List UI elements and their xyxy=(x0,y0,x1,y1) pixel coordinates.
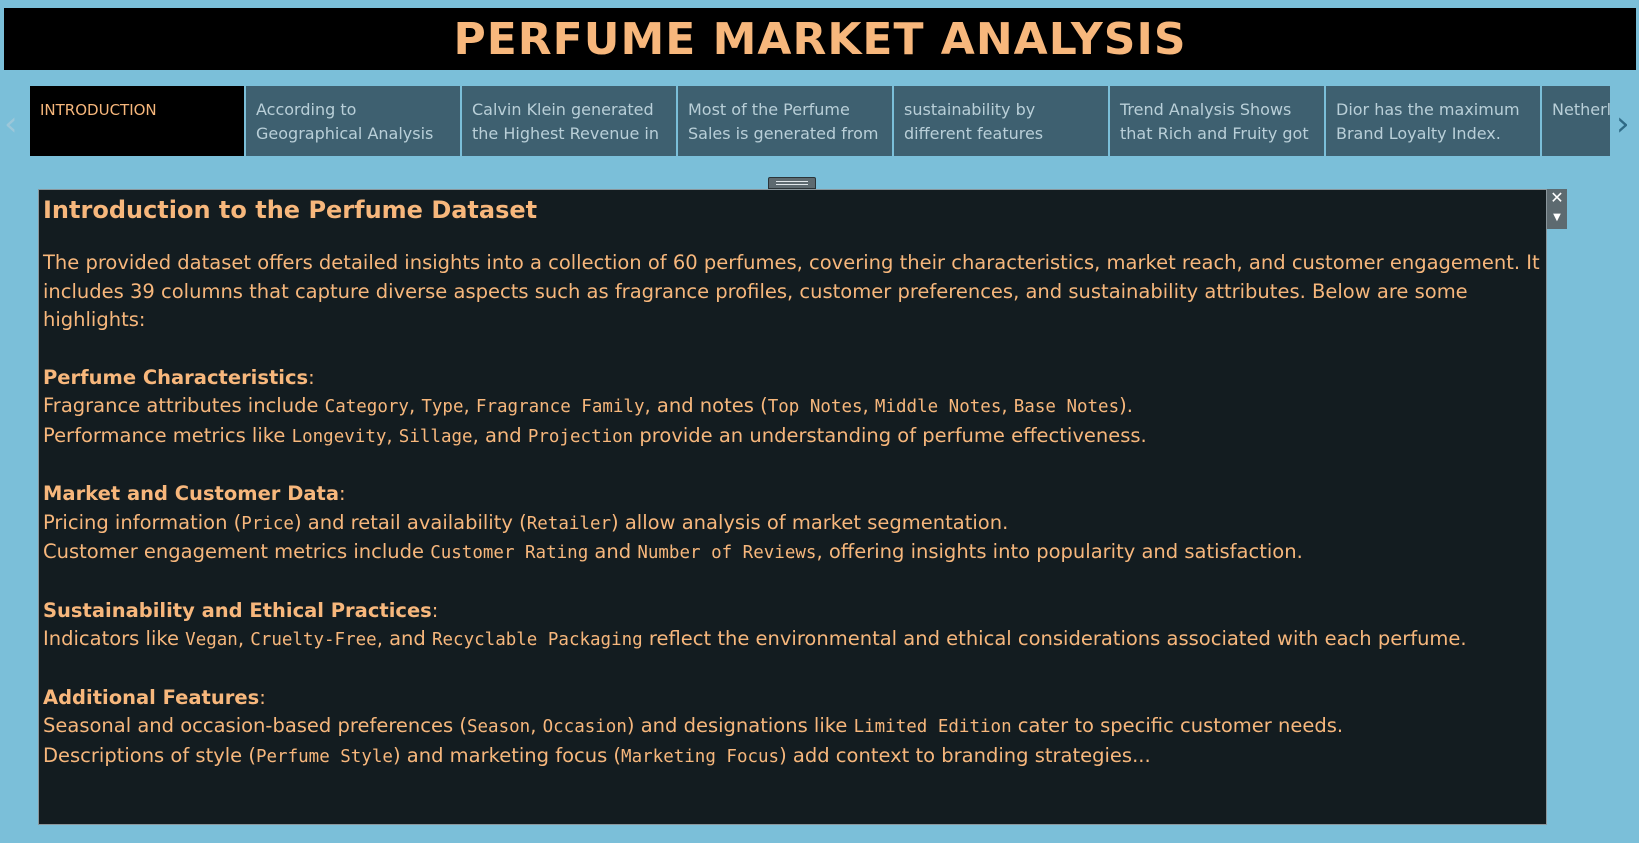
section-title-text: Additional Features xyxy=(43,685,260,709)
close-icon[interactable]: ✕ xyxy=(1549,189,1565,207)
drag-handle[interactable] xyxy=(768,177,816,189)
story-tab-netherlands[interactable]: Netherlands highest xyxy=(1542,86,1610,156)
story-navigator: ‹ INTRODUCTION According to Geographical… xyxy=(0,86,1639,156)
section-line: Performance metrics like Longevity, Sill… xyxy=(43,423,1147,447)
section-title: Perfume Characteristics: xyxy=(43,365,315,389)
panel-controls: ✕ ▼ xyxy=(1547,189,1567,229)
section-line: Fragrance attributes include Category, T… xyxy=(43,394,1133,417)
section-title: Additional Features: xyxy=(43,685,266,709)
section-line: Seasonal and occasion-based preferences … xyxy=(43,714,1344,737)
panel-heading: Introduction to the Perfume Dataset xyxy=(43,196,538,224)
section-title-text: Perfume Characteristics xyxy=(43,365,309,389)
story-tab-sustainability[interactable]: sustainability by different features xyxy=(894,86,1108,156)
section-title: Market and Customer Data: xyxy=(43,482,346,505)
section-title-text: Market and Customer Data xyxy=(43,482,340,505)
intro-paragraph: The provided dataset offers detailed ins… xyxy=(43,251,1540,331)
story-tab-calvin-klein[interactable]: Calvin Klein generated the Highest Reven… xyxy=(462,86,676,156)
dashboard-title-bar: PERFUME MARKET ANALYSIS xyxy=(4,8,1636,70)
section-title: Sustainability and Ethical Practices: xyxy=(43,598,439,622)
story-tab-geographical[interactable]: According to Geographical Analysis xyxy=(246,86,460,156)
section-title-text: Sustainability and Ethical Practices xyxy=(43,598,432,622)
section-line: Pricing information (Price) and retail a… xyxy=(43,510,1009,534)
story-tab-trend[interactable]: Trend Analysis Shows that Rich and Fruit… xyxy=(1110,86,1324,156)
dropdown-arrow-icon[interactable]: ▼ xyxy=(1549,209,1565,227)
chevron-right-icon[interactable]: › xyxy=(1616,104,1630,144)
section-line: Customer engagement metrics include Cust… xyxy=(43,540,1303,563)
story-tab-dior[interactable]: Dior has the maximum Brand Loyalty Index… xyxy=(1326,86,1540,156)
section-line: Descriptions of style (Perfume Style) an… xyxy=(43,743,1151,767)
story-tab-sales[interactable]: Most of the Perfume Sales is generated f… xyxy=(678,86,892,156)
story-tab-introduction[interactable]: INTRODUCTION xyxy=(30,86,244,156)
chevron-left-icon[interactable]: ‹ xyxy=(4,104,18,144)
text-panel: Introduction to the Perfume Dataset The … xyxy=(38,189,1547,825)
dashboard-title: PERFUME MARKET ANALYSIS xyxy=(453,13,1187,65)
section-line: Indicators like Vegan, Cruelty-Free, and… xyxy=(43,627,1467,650)
story-point-tabs: INTRODUCTION According to Geographical A… xyxy=(30,86,1610,156)
